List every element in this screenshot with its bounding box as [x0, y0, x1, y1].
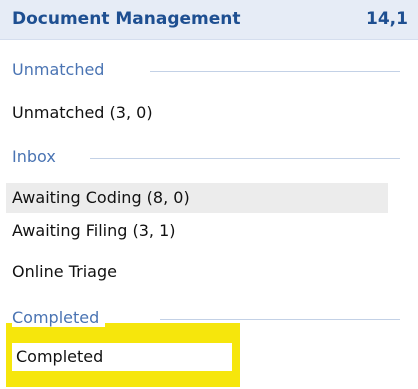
list-item-awaiting-filing[interactable]: Awaiting Filing (3, 1) — [6, 216, 388, 246]
panel-title: Document Management — [12, 9, 241, 29]
group-label-completed: Completed — [12, 308, 106, 327]
list-item-unmatched[interactable]: Unmatched (3, 0) — [6, 98, 386, 128]
group-label-inbox: Inbox — [12, 147, 62, 166]
panel-count: 14,1 — [366, 9, 408, 29]
group-label-unmatched: Unmatched — [12, 60, 111, 79]
group-divider — [90, 158, 400, 159]
group-divider — [150, 71, 400, 72]
group-heading-inbox: Inbox — [12, 147, 400, 169]
group-divider — [160, 319, 400, 320]
group-heading-unmatched: Unmatched — [12, 60, 400, 82]
document-management-panel: Document Management 14,1 Unmatched Unmat… — [0, 0, 418, 389]
panel-header[interactable]: Document Management 14,1 — [0, 0, 418, 40]
list-item-completed[interactable]: Completed — [12, 343, 232, 371]
group-heading-completed: Completed — [12, 308, 400, 330]
list-item-awaiting-coding[interactable]: Awaiting Coding (8, 0) — [6, 183, 388, 213]
list-item-online-triage[interactable]: Online Triage — [6, 257, 388, 287]
